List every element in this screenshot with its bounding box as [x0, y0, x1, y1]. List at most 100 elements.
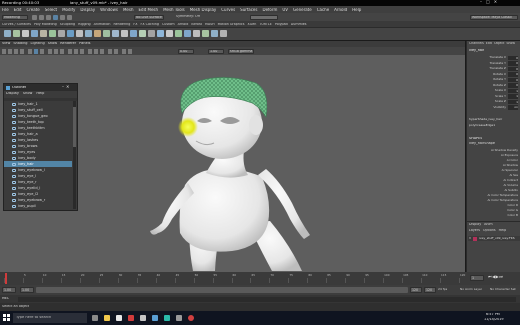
shelf-tab-4[interactable]: Animation	[94, 23, 111, 26]
channel-value[interactable]: 0	[508, 72, 518, 77]
menu-item-1[interactable]: Edit	[14, 8, 22, 12]
time-slider[interactable]: 1510152025303540455055606570758085909510…	[0, 272, 520, 285]
shelf-buttons[interactable]	[3, 28, 243, 40]
channel-value[interactable]: 0	[508, 61, 518, 66]
shelf-tab-13[interactable]: XGen	[247, 23, 256, 26]
menu-item-10[interactable]: Mesh Display	[190, 8, 217, 12]
shelf-tab-list[interactable]: Curves / Surfaces Poly Modeling Sculpting R…	[2, 23, 309, 26]
menu-item-3[interactable]: Select	[45, 8, 57, 12]
command-input[interactable]	[18, 296, 516, 302]
gamma-field[interactable]: 1.00	[208, 48, 224, 54]
colorspace-dropdown[interactable]: sRGB gamma	[228, 48, 254, 54]
menu-item-14[interactable]: UV	[282, 8, 288, 12]
channel-value[interactable]: 0	[508, 77, 518, 82]
outliner-menu-item-0[interactable]: Display	[6, 92, 19, 96]
layer-tab-1[interactable]: Anim	[484, 223, 492, 226]
fps-label[interactable]: 24 fps	[438, 288, 447, 291]
range-end-field[interactable]: 120	[424, 287, 436, 293]
panel-menu-item-2[interactable]: Lighting	[31, 42, 45, 46]
menu-item-8[interactable]: Edit Mesh	[139, 8, 159, 12]
menu-item-11[interactable]: Curves	[221, 8, 235, 12]
current-frame-field[interactable]: 1	[470, 275, 484, 281]
outliner-menu[interactable]: Display Show Help	[6, 92, 48, 96]
shelf-tab-10[interactable]: Bifrost	[191, 23, 202, 26]
range-inner-end-field[interactable]: 120	[410, 287, 422, 293]
exposure-field[interactable]: 0.00	[178, 48, 194, 54]
shelf-tab-7[interactable]: FX Caching	[140, 23, 159, 26]
outliner-close-icon[interactable]: –✕	[62, 85, 71, 89]
shelf-tab-12[interactable]: Motion Graphics	[218, 23, 245, 26]
layer-row[interactable]: V ivey_stuff_v09_ivey:FKS	[468, 236, 520, 241]
taskbar-search[interactable]: Type here to search	[13, 313, 87, 323]
panel-menu-item-1[interactable]: Shading	[13, 42, 27, 46]
panel-toolbar-icons[interactable]	[2, 48, 172, 54]
shelf-tab-1[interactable]: Poly Modeling	[34, 23, 57, 26]
channel-row[interactable]: Visibility on	[467, 105, 520, 111]
outliner-menu-item-2[interactable]: Help	[36, 92, 44, 96]
range-inner-start-field[interactable]: 1.00	[20, 287, 34, 293]
panel-menu-items[interactable]: View Shading Lighting Show Renderer Panels	[2, 42, 93, 46]
channel-value[interactable]: on	[508, 105, 518, 110]
current-frame-marker[interactable]	[5, 273, 7, 284]
channel-tab-3[interactable]: Show	[506, 42, 515, 45]
menu-item-4[interactable]: Modify	[62, 8, 75, 12]
channel-tab-2[interactable]: Object	[494, 42, 504, 45]
range-start-field[interactable]: 1.00	[2, 287, 16, 293]
channel-input-item[interactable]: polyCreaseEdge1	[467, 123, 520, 129]
shelf-tab-11[interactable]: MASH	[205, 23, 215, 26]
channel-tab-1[interactable]: Edit	[486, 42, 492, 45]
menu-item-6[interactable]: Windows	[100, 8, 118, 12]
menu-item-12[interactable]: Surfaces	[240, 8, 257, 12]
channel-value[interactable]: 0	[508, 83, 518, 88]
channel-tab-0[interactable]: Channels	[469, 42, 484, 45]
clock-date[interactable]: 11/14/2019	[484, 318, 504, 321]
render-settings-button[interactable]	[250, 14, 278, 20]
outliner-scrollbar[interactable]	[73, 101, 76, 209]
panel-menu-item-4[interactable]: Renderer	[60, 42, 76, 46]
menu-item-18[interactable]: Help	[352, 8, 361, 12]
layer-tab-0[interactable]: Display	[469, 223, 481, 226]
shelf-tab-6[interactable]: FX	[133, 23, 137, 26]
outliner-menu-item-1[interactable]: Show	[23, 92, 32, 96]
outliner-titlebar[interactable]: Outliner –✕	[4, 84, 77, 91]
layer-menu-item-2[interactable]: Help	[499, 229, 507, 232]
shelf-tab-5[interactable]: Rendering	[113, 23, 130, 26]
channel-value[interactable]: 0	[508, 55, 518, 60]
window-controls[interactable]: –□✕	[480, 0, 501, 4]
menu-item-15[interactable]: Generate	[293, 8, 312, 12]
channel-box-tabs[interactable]: Channels Edit Object Show	[469, 42, 517, 45]
taskbar-apps[interactable]	[92, 314, 202, 322]
mel-label[interactable]: MEL	[2, 297, 9, 300]
menu-item-5[interactable]: Display	[80, 8, 95, 12]
panel-menu-item-5[interactable]: Panels	[79, 42, 90, 46]
workspace-dropdown[interactable]: Workspace: Maya Classic	[470, 14, 518, 20]
shelf-tab-16[interactable]: Dummies	[291, 23, 307, 26]
channel-value[interactable]: 0	[508, 66, 518, 71]
shelf-tab-0[interactable]: Curves / Surfaces	[2, 23, 31, 26]
menu-item-2[interactable]: Create	[26, 8, 39, 12]
live-surface-field[interactable]: No Live Surface	[134, 14, 164, 20]
channel-value[interactable]: 1	[508, 99, 518, 104]
menu-item-9[interactable]: Mesh Tools	[163, 8, 185, 12]
shelf-tab-15[interactable]: Polypad	[275, 23, 288, 26]
layer-menu-item-0[interactable]: Layers	[469, 229, 480, 232]
menu-item-0[interactable]: File	[2, 8, 9, 12]
menu-item-13[interactable]: Deform	[262, 8, 277, 12]
menu-item-17[interactable]: Arnold	[334, 8, 347, 12]
layer-editor-menu[interactable]: Layers Options Help	[469, 229, 509, 232]
character-set-label[interactable]: No Character Set	[490, 288, 516, 291]
windows-start-icon[interactable]	[3, 314, 10, 321]
playback-controls[interactable]: ⏮◀▶⏭	[488, 275, 503, 279]
outliner-window[interactable]: Outliner –✕ Display Show Help ivey_hair_1 i…	[3, 83, 78, 211]
menu-item-16[interactable]: Cache	[317, 8, 329, 12]
shape-attribute[interactable]: Color B	[467, 213, 520, 218]
shelf-tab-14[interactable]: TURTLE	[259, 23, 271, 26]
anim-layer-label[interactable]: No Anim Layer	[460, 288, 482, 291]
layer-menu-item-1[interactable]: Options	[483, 229, 496, 232]
channel-value[interactable]: 1	[508, 94, 518, 99]
panel-menu-item-0[interactable]: View	[2, 42, 10, 46]
range-slider-bar[interactable]	[36, 287, 408, 293]
symmetry-label[interactable]: Symmetry: Off	[176, 15, 200, 18]
shelf-tab-9[interactable]: Arnold	[178, 23, 189, 26]
outliner-item[interactable]: ivey_pupil	[4, 203, 72, 209]
